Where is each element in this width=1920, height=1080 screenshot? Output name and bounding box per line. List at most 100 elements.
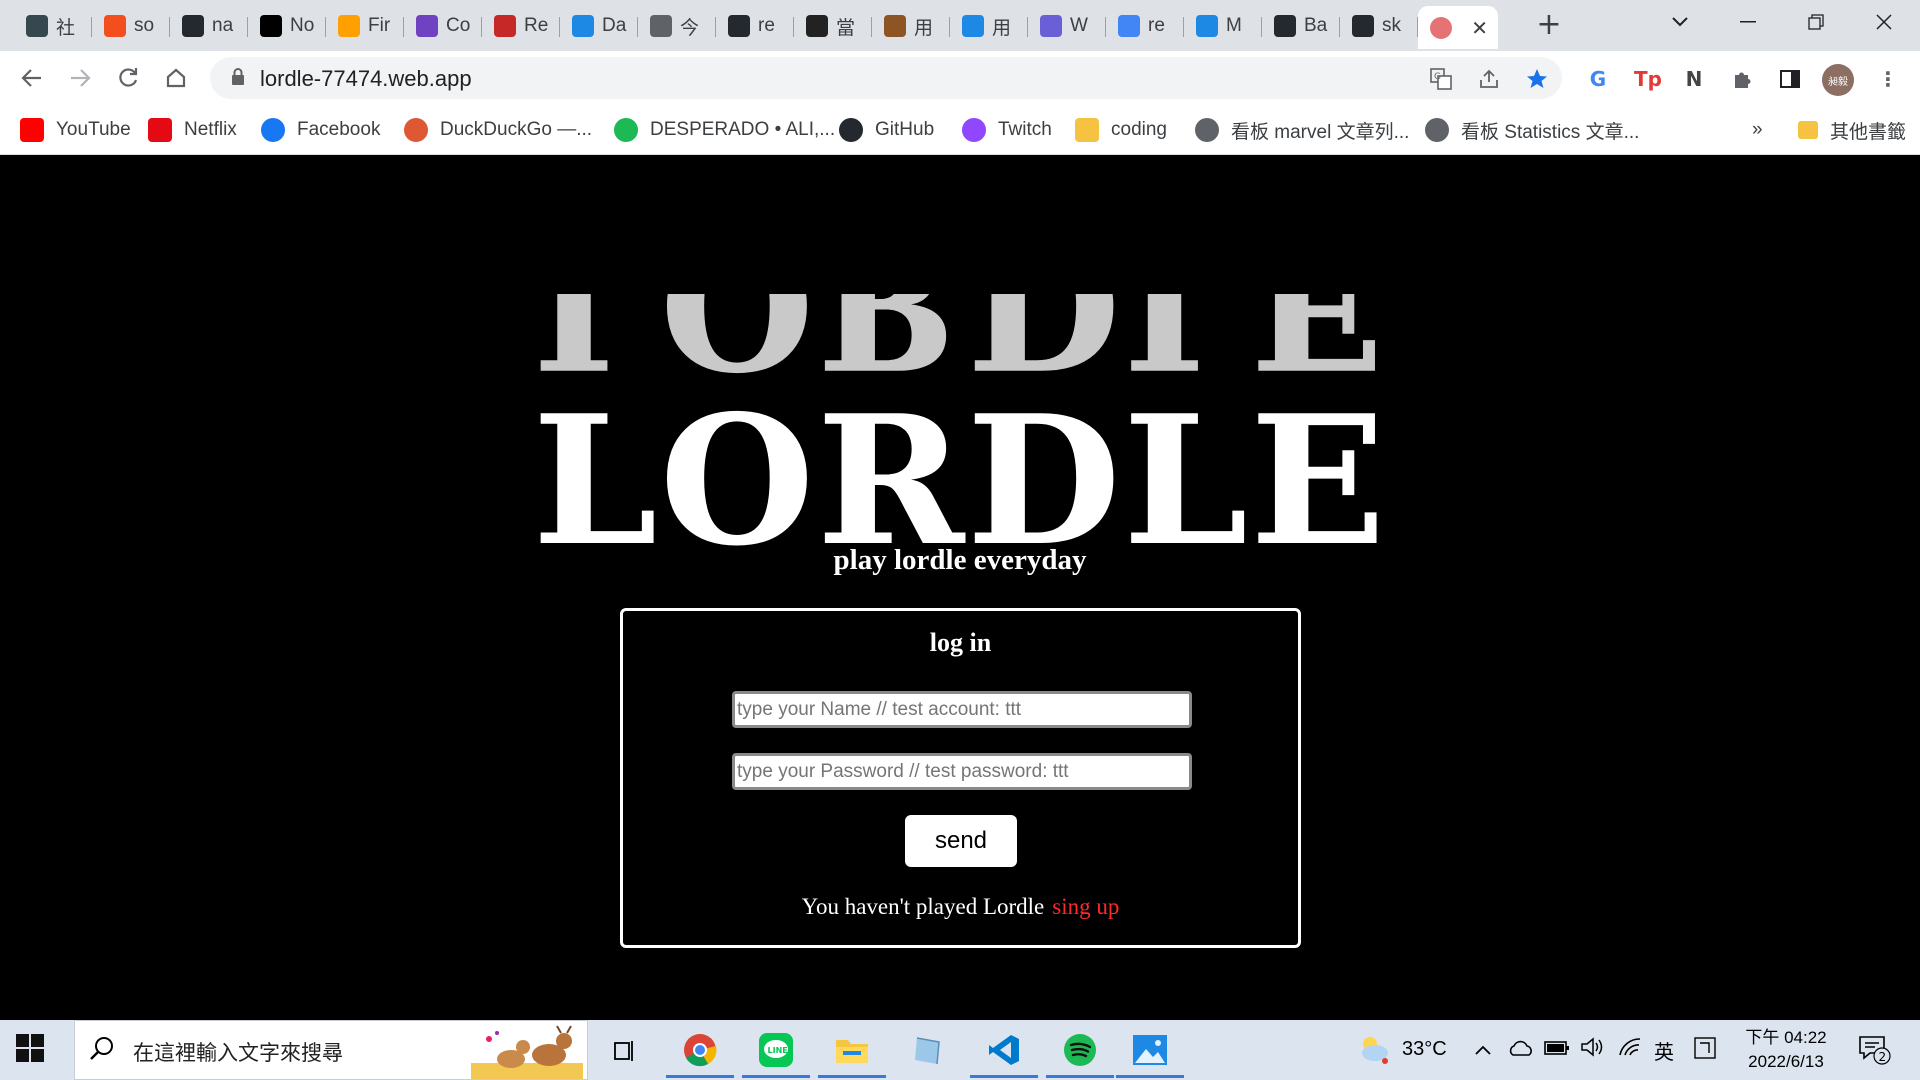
bookmarks-overflow-button[interactable]: » [1752,115,1763,145]
input-method-indicator[interactable]: 英 [1654,1036,1674,1065]
volume-icon[interactable] [1580,1037,1604,1062]
start-button[interactable] [16,1034,48,1066]
send-button[interactable]: send [905,815,1017,867]
bookmark-label: coding [1111,119,1167,140]
wifi-icon[interactable] [1618,1037,1642,1062]
notification-count: 2 [1879,1050,1887,1064]
chrome-taskbar-app[interactable] [666,1024,734,1078]
tab-title: na [212,15,234,36]
browser-tab[interactable]: Fir [326,8,404,44]
vscode-taskbar-app[interactable] [970,1024,1038,1078]
browser-tab[interactable]: Da [560,8,638,44]
github-icon [1274,15,1296,37]
browser-tab[interactable]: so [92,8,170,44]
signup-link[interactable]: sing up [1052,894,1119,919]
restore-icon [1808,14,1824,30]
browser-tab[interactable]: 用 [950,8,1028,44]
browser-tab[interactable]: re [716,8,794,44]
web-icon [572,15,594,37]
show-hidden-icons-button[interactable] [1474,1037,1492,1061]
github-icon [728,15,750,37]
browser-tab[interactable]: 今 [638,8,716,44]
task-view-button[interactable] [590,1024,658,1078]
notion-icon [260,15,282,37]
tab-search-button[interactable] [1646,0,1714,44]
github-icon [182,15,204,37]
browser-tab-active[interactable]: ✕ [1418,6,1498,49]
browser-tab[interactable]: 社 [14,8,92,44]
restore-button[interactable] [1782,0,1850,44]
home-button[interactable] [158,60,194,96]
bookmark-item[interactable]: 看板 Statistics 文章... [1425,115,1639,145]
tab-title: W [1070,15,1088,36]
browser-tab[interactable]: 當 [794,8,872,44]
reload-button[interactable] [110,60,146,96]
browser-tab[interactable]: W [1028,8,1106,44]
browser-tab[interactable]: Ba [1262,8,1340,44]
n-extension-icon[interactable]: N [1680,65,1708,93]
tb-icon [806,15,828,37]
brain-icon [1430,16,1452,39]
share-icon[interactable] [1476,66,1502,92]
password-input[interactable] [732,753,1192,790]
bookmark-item[interactable]: DESPERADO • ALI,... [614,115,835,145]
tab-title: re [1148,15,1165,36]
line-taskbar-app[interactable]: LINE [742,1024,810,1078]
battery-icon[interactable] [1544,1037,1570,1061]
browser-tab[interactable]: 用 [872,8,950,44]
side-panel-icon[interactable] [1776,65,1804,93]
bookmark-item[interactable]: GitHub [839,115,934,145]
forward-button[interactable] [62,60,98,96]
login-panel: log in send You haven't played Lordle sin… [620,608,1301,948]
browser-tab[interactable]: M [1184,8,1262,44]
spotify-taskbar-app[interactable] [1046,1024,1114,1078]
browser-tab[interactable]: No [248,8,326,44]
taskbar-search[interactable]: 在這裡輸入文字來搜尋 [74,1020,588,1080]
globe-icon [1425,118,1449,142]
new-tab-button[interactable]: + [1534,8,1564,42]
ime-mode-icon[interactable] [1694,1037,1716,1064]
lordle-page: LORDLE LORDLE play lordle everyday log i… [0,156,1920,1020]
name-input[interactable] [732,691,1192,728]
tp-extension-icon[interactable]: Tp [1634,65,1662,93]
kebab-menu-icon[interactable]: ⋮ [1874,65,1902,93]
photos-taskbar-app[interactable] [1116,1024,1184,1078]
bookmark-item[interactable]: Twitch [962,115,1052,145]
bookmark-item[interactable]: Facebook [261,115,380,145]
file-explorer-taskbar-app[interactable] [818,1024,886,1078]
onedrive-icon[interactable] [1508,1037,1534,1061]
other-bookmarks-folder[interactable]: 其他書籤 [1798,115,1906,145]
browser-tab[interactable]: re [1106,8,1184,44]
translate-icon[interactable]: G [1428,66,1454,92]
close-window-button[interactable] [1850,0,1918,44]
bookmark-item[interactable]: DuckDuckGo —... [404,115,592,145]
codeacademy-icon [416,15,438,37]
browser-tab[interactable]: Re [482,8,560,44]
notepad-taskbar-app[interactable] [894,1024,962,1078]
profile-avatar[interactable]: 昶毅 [1822,64,1854,96]
browser-tab[interactable]: na [170,8,248,44]
weather-widget[interactable]: 33°C [1356,1034,1447,1064]
bookmark-star-icon[interactable] [1524,66,1550,92]
bookmark-item[interactable]: 看板 marvel 文章列... [1195,115,1409,145]
google-translate-extension-icon[interactable]: G [1584,65,1612,93]
close-tab-icon[interactable]: ✕ [1471,16,1488,40]
bookmark-item[interactable]: coding [1075,115,1167,145]
back-button[interactable] [14,60,50,96]
minimize-button[interactable] [1714,0,1782,44]
tab-title: Fir [368,15,391,36]
bookmark-label: GitHub [875,119,935,140]
browser-tab[interactable]: sk [1340,8,1418,44]
puzzle-extensions-icon[interactable] [1728,65,1756,93]
url-text[interactable]: lordle-77474.web.app [260,66,472,92]
browser-tab[interactable]: Co [404,8,482,44]
bookmark-item[interactable]: Netflix [148,115,237,145]
notification-center-button[interactable]: 2 [1858,1034,1892,1071]
system-clock[interactable]: 下午 04:22 2022/6/13 [1744,1026,1828,1074]
globe-icon [650,15,672,37]
home-icon [166,68,186,88]
figma-icon [104,15,126,37]
photos-icon [1133,1034,1167,1065]
bookmark-item[interactable]: YouTube [20,115,131,145]
address-bar[interactable]: lordle-77474.web.app G [210,57,1562,99]
